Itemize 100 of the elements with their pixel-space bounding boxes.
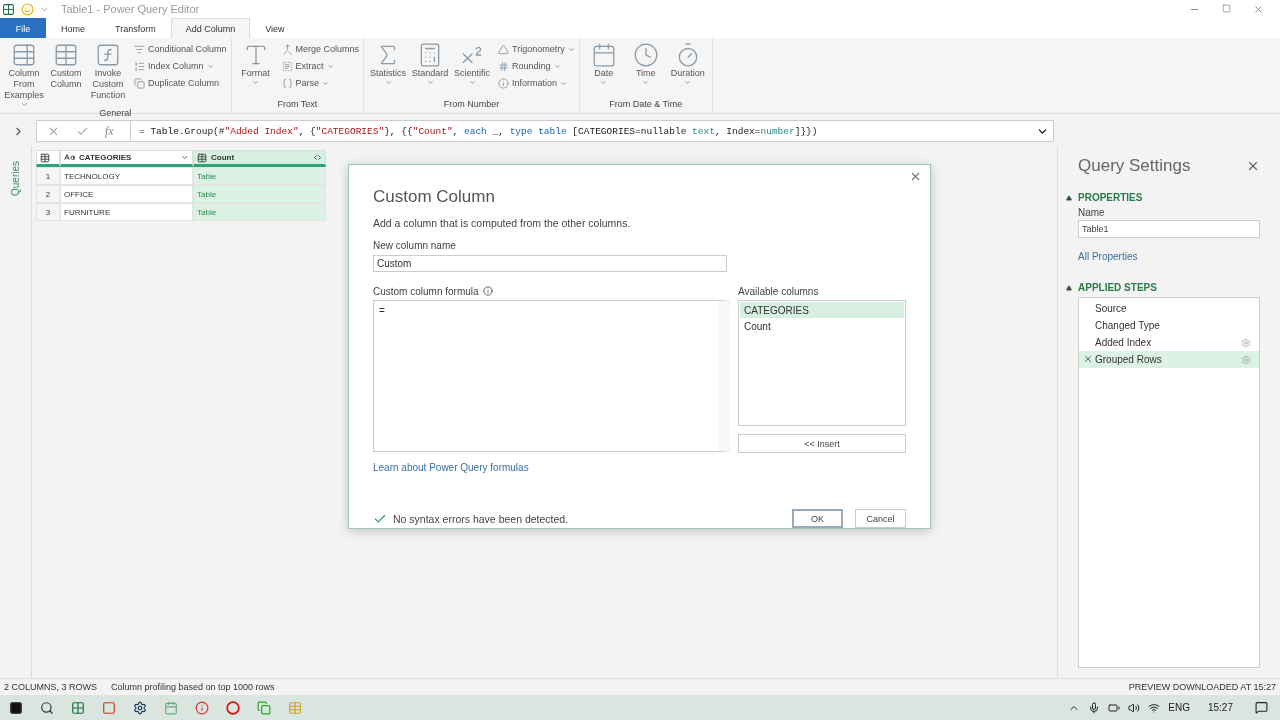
- table-menu-cell[interactable]: [36, 150, 60, 167]
- name-field[interactable]: Table1: [1078, 220, 1260, 238]
- wifi-icon[interactable]: [1148, 701, 1161, 714]
- caret-icon: [560, 79, 568, 87]
- ribbon-button[interactable]: Information: [498, 76, 575, 90]
- close-icon[interactable]: [1246, 159, 1260, 173]
- caret-icon: [684, 79, 692, 86]
- ribbon-button[interactable]: Format: [235, 42, 276, 99]
- close-icon[interactable]: [1253, 3, 1264, 15]
- learn-link[interactable]: Learn about Power Query formulas: [373, 462, 529, 473]
- applied-step[interactable]: Grouped Rows: [1079, 351, 1259, 368]
- language-indicator[interactable]: ENG: [1168, 702, 1190, 713]
- syntax-status: No syntax errors have been detected.: [393, 512, 569, 525]
- notifications-icon[interactable]: [1255, 701, 1268, 714]
- hash-icon: [498, 60, 510, 72]
- status-text: Column profiling based on top 1000 rows: [111, 682, 275, 692]
- ribbon-tab[interactable]: File: [0, 18, 46, 38]
- ribbon-tab[interactable]: Add Column: [170, 18, 251, 38]
- close-icon[interactable]: [909, 170, 922, 183]
- function-icon: [95, 42, 121, 68]
- ribbon-button[interactable]: Column From Examples: [4, 42, 44, 108]
- caret-icon: [642, 79, 650, 86]
- spreadsheet-app-icon[interactable]: [70, 700, 85, 715]
- applied-step[interactable]: Source: [1079, 300, 1259, 317]
- ring-app-icon[interactable]: [225, 700, 240, 715]
- ribbon-button[interactable]: Merge Columns: [281, 42, 360, 56]
- triangle-icon: [498, 43, 510, 55]
- table-icon: [197, 152, 207, 163]
- field-label: Custom column formula: [373, 285, 479, 297]
- search-icon[interactable]: [39, 700, 54, 715]
- ribbon-button[interactable]: Invoke Custom Function: [88, 42, 128, 108]
- all-properties-link[interactable]: All Properties: [1078, 251, 1138, 262]
- collapse-icon[interactable]: [1066, 284, 1072, 291]
- ribbon-button[interactable]: Time: [625, 42, 666, 99]
- fx-label[interactable]: fx: [105, 123, 114, 139]
- gear-icon[interactable]: [132, 700, 147, 715]
- ribbon-button[interactable]: Conditional Column: [134, 42, 227, 56]
- ribbon-button[interactable]: Extract: [281, 59, 360, 73]
- applied-step[interactable]: Changed Type: [1079, 317, 1259, 334]
- cancel-button[interactable]: Cancel: [855, 509, 906, 528]
- text-type-icon: [64, 152, 75, 163]
- column-header[interactable]: Count: [193, 150, 326, 167]
- caret-icon: [426, 79, 434, 86]
- row-number: 1: [36, 167, 60, 185]
- table-icon: [40, 152, 50, 163]
- ribbon-button[interactable]: Date: [583, 42, 624, 99]
- formula-field[interactable]: =: [373, 300, 730, 452]
- ok-button[interactable]: OK: [792, 509, 843, 528]
- ribbon-button[interactable]: Duration: [667, 42, 708, 99]
- formula-bar[interactable]: fx = Table.Group(#"Added Index", {"CATEGORIES"}, {{"Count", each _, type table [CATEGORIES=nullable text, Index=number]}}): [36, 120, 1054, 142]
- volume-icon[interactable]: [1128, 701, 1141, 714]
- ribbon-button[interactable]: Standard: [410, 42, 451, 99]
- ribbon-button[interactable]: Statistics: [368, 42, 409, 99]
- text-select-icon: [281, 60, 293, 72]
- microphone-icon[interactable]: [1088, 701, 1101, 714]
- numbered-list-icon: [134, 60, 145, 72]
- field-label: New column name: [373, 239, 457, 253]
- info-icon: [498, 77, 510, 89]
- ribbon-button[interactable]: Trigonometry: [498, 42, 575, 56]
- row-number: 3: [36, 203, 60, 221]
- filter-caret-icon[interactable]: [180, 153, 189, 162]
- pane-title: Query Settings: [1078, 156, 1191, 176]
- delete-icon[interactable]: [1083, 354, 1093, 364]
- insert-button[interactable]: << Insert: [738, 434, 906, 453]
- field-label: Available columns: [738, 284, 820, 298]
- table-cell: TECHNOLOGY: [60, 167, 193, 185]
- applied-step[interactable]: Added Index: [1079, 334, 1259, 351]
- ribbon-button[interactable]: Scientific: [452, 42, 493, 99]
- queries-pane-label[interactable]: Queries: [10, 150, 21, 196]
- clock[interactable]: 15:27: [1207, 702, 1233, 713]
- caret-icon: [600, 79, 608, 86]
- start-icon[interactable]: [8, 700, 23, 715]
- section-heading: APPLIED STEPS: [1078, 282, 1157, 293]
- formula-text: = Table.Group(#"Added Index", {"CATEGORIES"}, {{"Count", each _, type table [CATEGORIES=nullable text, Index=number]}}): [138, 125, 819, 137]
- ribbon-button[interactable]: Custom Column: [46, 42, 86, 108]
- column-name-field[interactable]: Custom: [373, 254, 727, 272]
- column-option[interactable]: CATEGORIES: [740, 302, 904, 318]
- braces-icon: [281, 77, 293, 89]
- dialog-title: Custom Column: [373, 187, 496, 207]
- caret-icon: [553, 62, 561, 70]
- column-option[interactable]: Count: [740, 318, 904, 334]
- column-name: CATEGORIES: [79, 153, 133, 162]
- table-cell: FURNITURE: [60, 203, 193, 221]
- caret-icon: [384, 79, 392, 86]
- ribbon-button[interactable]: Rounding: [498, 59, 575, 73]
- status-text: PREVIEW DOWNLOADED AT 15:27: [1128, 682, 1276, 692]
- ribbon-button[interactable]: Parse: [281, 76, 360, 90]
- ribbon-button[interactable]: Duplicate Column: [134, 76, 227, 90]
- caret-icon: [468, 79, 476, 86]
- collapse-icon[interactable]: [1066, 194, 1072, 201]
- table-cell: Table: [193, 203, 326, 221]
- ribbon-button[interactable]: Index Column: [134, 59, 227, 73]
- info-icon[interactable]: [482, 286, 493, 296]
- column-header[interactable]: CATEGORIES: [60, 150, 193, 167]
- table-cell: Table: [193, 167, 326, 185]
- battery-icon[interactable]: [1108, 701, 1121, 714]
- section-heading: PROPERTIES: [1078, 192, 1143, 203]
- column-name: Count: [211, 153, 236, 162]
- caret-icon: [322, 79, 330, 87]
- group-label: From Text: [276, 99, 319, 111]
